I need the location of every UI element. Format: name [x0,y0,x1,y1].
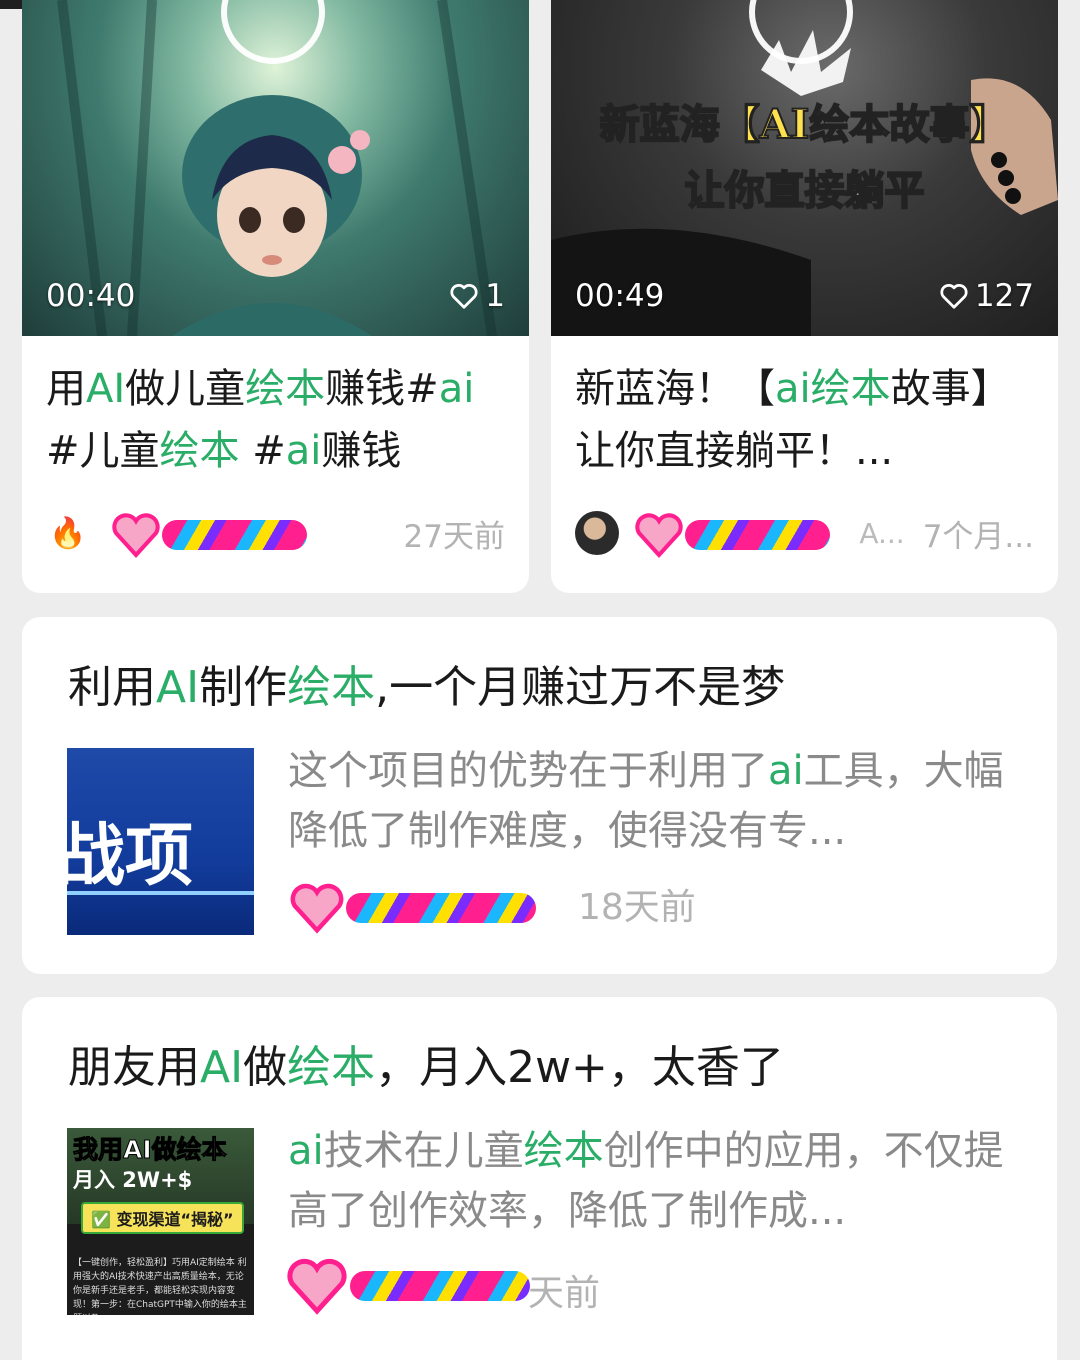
summary-text: 这个项目的优势在于利用了 [288,748,768,794]
title-text: ,一个月赚过万不是梦 [375,662,786,713]
video-duration: 00:49 [575,278,665,314]
heart-outline-icon [450,284,478,309]
title-highlight: 绘本 [245,366,326,412]
title-highlight: AI [200,1042,244,1093]
overlay-title-line-2: 让你直接躺平 [684,166,926,215]
title-highlight: 绘本 [159,428,240,474]
title-text: # [239,428,286,474]
title-highlight: 绘本 [810,366,891,412]
title-text: 利用 [68,662,156,713]
title-text: 朋友用 [68,1042,200,1093]
heart-outline-icon [940,284,968,309]
author-name[interactable]: A... [639,517,923,550]
overlay-title-line-1: 新蓝海【AI绘本故事】 [599,100,1011,149]
like-count[interactable]: 127 [939,278,1034,314]
title-text: 制作 [199,662,288,713]
video-thumbnail[interactable]: 新蓝海【AI绘本故事】 让你直接躺平 00:49 127 [551,0,1058,336]
title-text: 新蓝海！【 [575,366,775,412]
article-title[interactable]: 利用AI制作绘本,一个月赚过万不是梦 [68,653,1017,723]
title-text: ，月入2w+，太香了 [375,1042,784,1093]
summary-highlight: ai [288,1128,324,1174]
like-count[interactable]: 1 [449,278,505,314]
thumbnail-text: 战项 [67,816,194,896]
like-count-value: 127 [974,278,1034,314]
video-title[interactable]: 新蓝海！【ai绘本故事】让你直接躺平！... [575,358,1038,482]
video-card-1[interactable]: 00:40 1 用AI做儿童绘本赚钱#ai #儿童绘本 #ai赚钱 🔥 27天前 [22,0,529,593]
article-meta: 天前 [288,1265,600,1315]
video-thumbnail[interactable]: 00:40 1 [22,0,529,336]
title-text: #儿童 [46,428,160,474]
summary-highlight: 绘本 [523,1128,604,1174]
thumbnail-line-2: 月入 2W+$ [73,1168,193,1192]
article-title[interactable]: 朋友用AI做绘本，月入2w+，太香了 [68,1033,1017,1103]
article-thumbnail[interactable]: 我用AI做绘本 月入 2W+$ ✅ 变现渠道“揭秘” 【一键创作，轻松盈利】巧用… [67,1128,254,1315]
article-card-1[interactable]: 利用AI制作绘本,一个月赚过万不是梦 战项 这个项目的优势在于利用了ai工具，大… [22,617,1057,974]
title-highlight: AI [86,366,126,412]
title-text: 做儿童 [125,366,246,412]
article-meta: 18天前 [288,879,696,929]
article-thumbnail[interactable]: 战项 [67,748,254,935]
thumbnail-line-1: 我用AI做绘本 [73,1135,228,1165]
article-summary: ai技术在儿童绘本创作中的应用，不仅提高了创作效率，降低了制作成... [288,1121,1017,1241]
article-summary: 这个项目的优势在于利用了ai工具，大幅降低了制作难度，使得没有专... [288,741,1017,861]
video-duration: 00:40 [46,278,136,314]
title-text: 做 [243,1042,288,1093]
title-highlight: 绘本 [287,662,376,713]
video-title[interactable]: 用AI做儿童绘本赚钱#ai #儿童绘本 #ai赚钱 [46,358,509,482]
post-time: 天前 [528,1273,601,1314]
video-card-2[interactable]: 新蓝海【AI绘本故事】 让你直接躺平 00:49 127 新蓝海！【ai绘本故事… [551,0,1058,593]
thumbnail-badge: ✅ 变现渠道“揭秘” [81,1202,244,1234]
title-highlight: AI [156,662,200,713]
title-highlight: ai [285,428,322,474]
article-card-2[interactable]: 朋友用AI做绘本，月入2w+，太香了 我用AI做绘本 月入 2W+$ ✅ 变现渠… [22,997,1057,1360]
title-text: 赚钱# [325,366,439,412]
title-highlight: ai [775,366,811,412]
post-time: 18天前 [578,887,696,928]
summary-text: 技术在儿童 [323,1128,524,1174]
post-time: 27天前 [403,518,505,555]
video-meta: 🔥 27天前 [46,508,505,558]
post-time: 7个月... [922,518,1034,555]
video-meta: A... 7个月... [575,508,1034,558]
title-text: 赚钱 [321,428,402,474]
summary-highlight: ai [768,748,804,794]
thumbnail-body-text: 【一键创作，轻松盈利】巧用AI定制绘本 利用强大的AI技术快速产出高质量绘本，无… [73,1258,247,1315]
avatar[interactable] [575,511,619,555]
title-highlight: ai [438,366,475,412]
title-highlight: 绘本 [287,1042,376,1093]
title-text: 用 [46,366,86,412]
like-count-value: 1 [485,278,505,314]
thumbnail-divider [67,891,254,895]
fire-icon[interactable]: 🔥 [46,511,90,555]
